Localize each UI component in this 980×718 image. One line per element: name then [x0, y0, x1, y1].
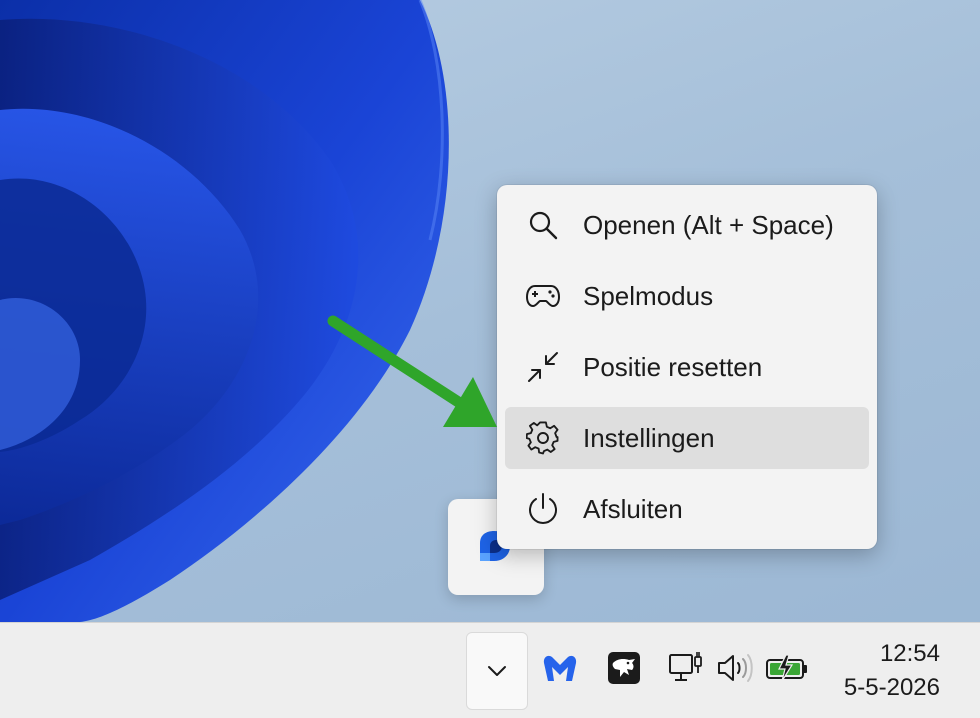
- menu-item-label: Positie resetten: [583, 351, 763, 382]
- network-icon: [669, 652, 702, 681]
- malwarebytes-icon: [543, 655, 577, 681]
- volume-tray-button[interactable]: [712, 645, 758, 691]
- menu-item-exit[interactable]: Afsluiten: [505, 478, 869, 540]
- menu-item-settings[interactable]: Instellingen: [505, 407, 869, 469]
- show-hidden-icons-button[interactable]: [466, 632, 528, 710]
- collapse-arrows-icon: [523, 347, 563, 387]
- gear-icon: [523, 418, 563, 458]
- gamepad-icon: [523, 276, 563, 316]
- eagle-app-icon: [608, 652, 640, 684]
- desktop-screen: Openen (Alt + Space) Spelmodus Positie r…: [0, 0, 980, 718]
- menu-item-label: Spelmodus: [583, 280, 714, 311]
- malwarebytes-tray-button[interactable]: [537, 645, 583, 691]
- menu-item-game-mode[interactable]: Spelmodus: [505, 265, 869, 327]
- menu-item-open[interactable]: Openen (Alt + Space): [505, 194, 869, 256]
- menu-item-label: Instellingen: [583, 422, 715, 453]
- taskbar-clock[interactable]: 12:54 5-5-2026: [844, 637, 940, 705]
- taskbar: 12:54 5-5-2026: [0, 622, 980, 718]
- power-icon: [523, 489, 563, 529]
- eagle-app-tray-button[interactable]: [601, 645, 647, 691]
- context-menu: Openen (Alt + Space) Spelmodus Positie r…: [497, 185, 877, 549]
- network-tray-button[interactable]: [663, 645, 709, 691]
- battery-charging-icon: [766, 654, 807, 682]
- menu-item-label: Openen (Alt + Space): [583, 209, 834, 240]
- chevron-down-icon: [488, 666, 506, 676]
- battery-tray-button[interactable]: [764, 645, 810, 691]
- speaker-icon: [718, 654, 753, 682]
- clock-time: 12:54: [879, 640, 940, 667]
- green-arrow-icon: [327, 315, 497, 427]
- menu-item-reset-position[interactable]: Positie resetten: [505, 336, 869, 398]
- search-icon: [523, 205, 563, 245]
- clock-date: 5-5-2026: [843, 674, 940, 701]
- menu-item-label: Afsluiten: [583, 493, 683, 524]
